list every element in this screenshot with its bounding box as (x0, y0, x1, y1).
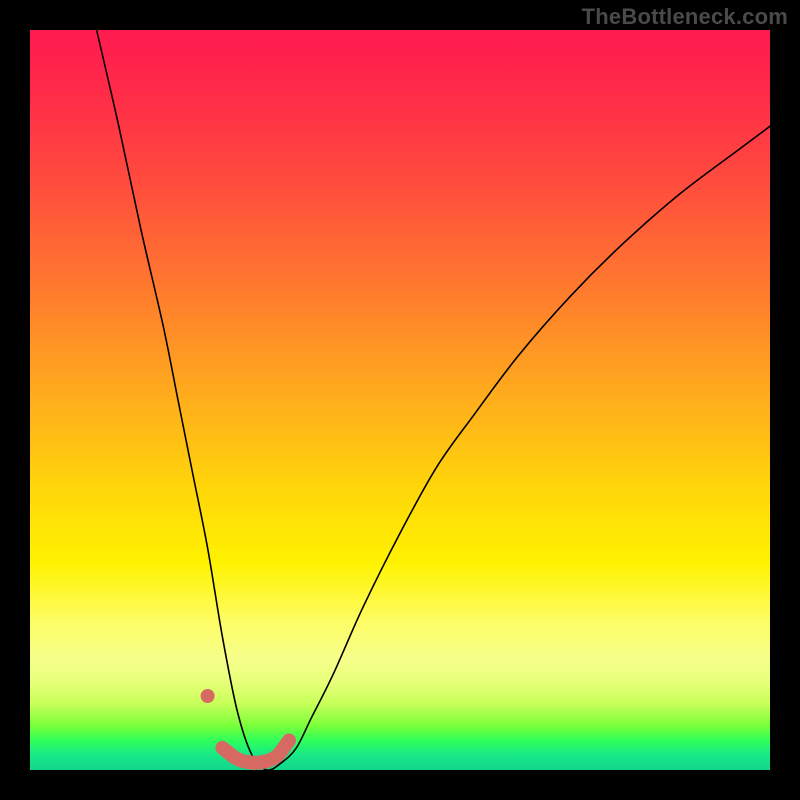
curve-svg (30, 30, 770, 770)
plot-area (30, 30, 770, 770)
chart-frame: TheBottleneck.com (0, 0, 800, 800)
watermark-text: TheBottleneck.com (582, 4, 788, 30)
valley-marker-segment (222, 740, 289, 762)
valley-marker-dot (201, 689, 215, 703)
bottleneck-curve (97, 30, 770, 770)
